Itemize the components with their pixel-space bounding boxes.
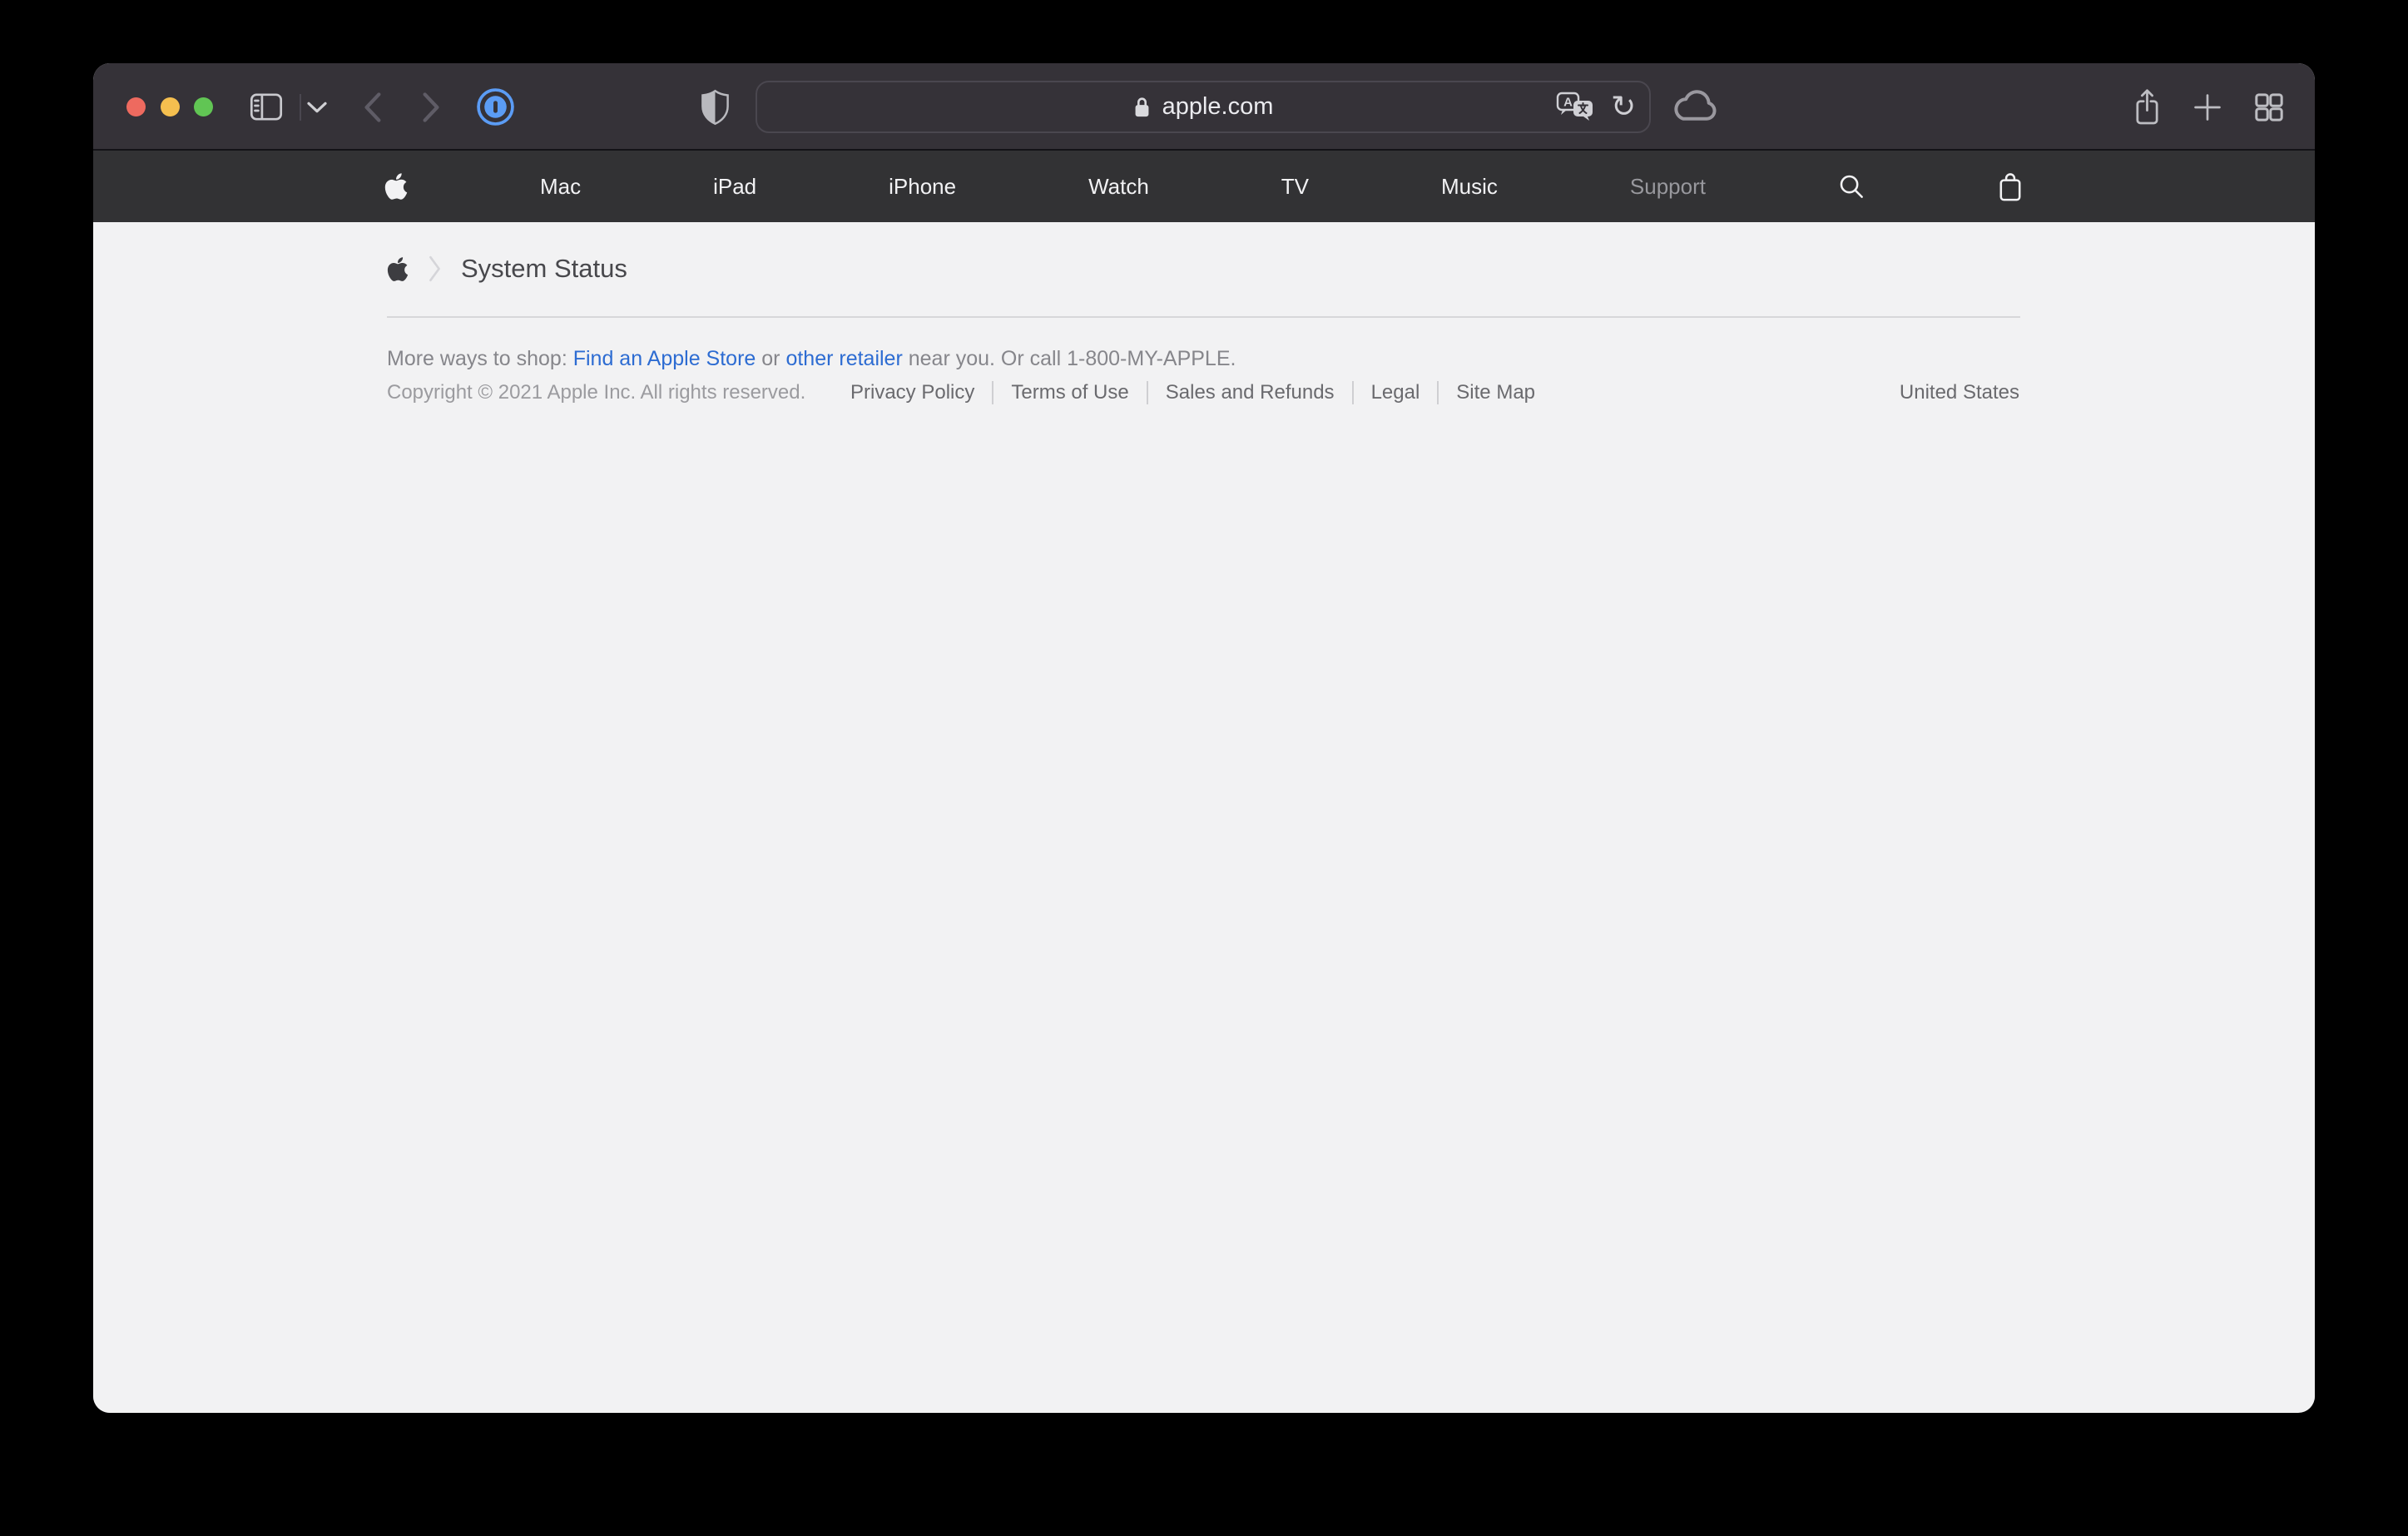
- nav-item-mac[interactable]: Mac: [540, 174, 581, 200]
- browser-toolbar: apple.com A ↺: [93, 63, 2315, 151]
- back-icon[interactable]: [358, 63, 388, 151]
- nav-item-support[interactable]: Support: [1630, 174, 1706, 200]
- tab-overview-icon[interactable]: [2245, 63, 2293, 151]
- onepassword-extension-icon[interactable]: [475, 63, 515, 151]
- region-selector[interactable]: United States: [1900, 381, 2019, 404]
- legal-row: Copyright © 2021 Apple Inc. All rights r…: [93, 379, 2315, 404]
- translate-icon[interactable]: A: [1556, 92, 1594, 123]
- search-icon[interactable]: [1838, 173, 1865, 200]
- new-tab-icon[interactable]: [2184, 63, 2231, 151]
- nav-item-watch[interactable]: Watch: [1088, 174, 1149, 200]
- toolbar-separator: [300, 94, 301, 121]
- bag-icon[interactable]: [1997, 171, 2024, 203]
- site-map-link[interactable]: Site Map: [1439, 379, 1553, 406]
- privacy-policy-link[interactable]: Privacy Policy: [840, 379, 992, 406]
- url-text[interactable]: apple.com: [1162, 93, 1274, 121]
- shop-suffix-text: near you. Or call 1-800-MY-APPLE.: [903, 347, 1236, 370]
- shop-prefix-text: More ways to shop:: [387, 347, 573, 370]
- chevron-down-icon[interactable]: [303, 63, 331, 151]
- nav-item-ipad[interactable]: iPad: [713, 174, 756, 200]
- more-ways-to-shop-text: More ways to shop: Find an Apple Store o…: [387, 347, 1236, 371]
- breadcrumb-current-page: System Status: [461, 254, 627, 284]
- zoom-window-button[interactable]: [194, 97, 213, 116]
- legal-link[interactable]: Legal: [1354, 379, 1438, 406]
- find-apple-store-link[interactable]: Find an Apple Store: [573, 347, 756, 370]
- reload-icon[interactable]: ↺: [1611, 92, 1636, 122]
- breadcrumb-chevron-icon: [429, 255, 441, 282]
- apple-logo-breadcrumb-icon[interactable]: [387, 255, 409, 283]
- apple-logo-icon[interactable]: [384, 171, 408, 201]
- sidebar-toggle-icon[interactable]: [248, 63, 285, 151]
- shop-or-text: or: [756, 347, 785, 370]
- lock-icon: [1133, 95, 1151, 119]
- address-bar[interactable]: apple.com A ↺: [756, 81, 1651, 133]
- icloud-tab-icon[interactable]: [1666, 63, 1724, 151]
- apple-global-nav: Mac iPad iPhone Watch TV Music Support: [93, 151, 2315, 222]
- shield-privacy-icon[interactable]: [698, 63, 731, 151]
- copyright-text: Copyright © 2021 Apple Inc. All rights r…: [387, 381, 805, 404]
- close-window-button[interactable]: [126, 97, 146, 116]
- footer-divider: [387, 316, 2020, 318]
- svg-text:A: A: [1563, 95, 1573, 109]
- other-retailer-link[interactable]: other retailer: [785, 347, 902, 370]
- sales-and-refunds-link[interactable]: Sales and Refunds: [1148, 379, 1352, 406]
- nav-item-music[interactable]: Music: [1441, 174, 1498, 200]
- page-content: System Status More ways to shop: Find an…: [93, 222, 2315, 1411]
- forward-icon[interactable]: [416, 63, 446, 151]
- nav-item-tv[interactable]: TV: [1281, 174, 1309, 200]
- safari-window: apple.com A ↺: [93, 63, 2315, 1413]
- breadcrumb: System Status: [387, 247, 627, 290]
- terms-of-use-link[interactable]: Terms of Use: [993, 379, 1146, 406]
- minimize-window-button[interactable]: [161, 97, 180, 116]
- footer-links: Privacy Policy Terms of Use Sales and Re…: [840, 379, 1553, 406]
- nav-item-iphone[interactable]: iPhone: [889, 174, 956, 200]
- share-icon[interactable]: [2123, 63, 2170, 151]
